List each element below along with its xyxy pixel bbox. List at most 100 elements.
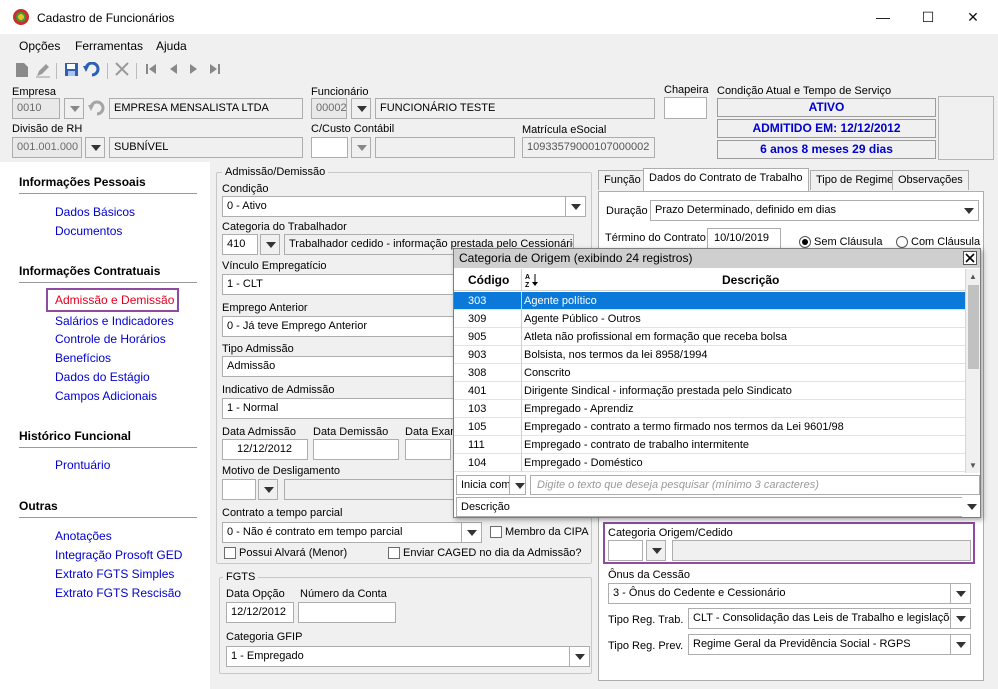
sidebar-item-admissao-demissao[interactable]: Admissão e Demissão: [46, 288, 179, 312]
table-row[interactable]: 103 Empregado - Aprendiz: [454, 400, 965, 418]
popup-close-button[interactable]: [963, 251, 977, 265]
data-demissao-field[interactable]: [313, 439, 399, 460]
col-codigo-header[interactable]: Código: [468, 273, 509, 287]
table-row[interactable]: 105 Empregado - contrato a termo firmado …: [454, 418, 965, 436]
last-record-icon[interactable]: [206, 62, 224, 80]
vinculo-select[interactable]: 1 - CLT: [222, 274, 462, 295]
reg-trab-dropdown-button[interactable]: [951, 608, 971, 629]
tab-observacoes[interactable]: Observações: [892, 170, 969, 190]
new-icon[interactable]: [13, 62, 31, 80]
data-opcao-field[interactable]: 12/12/2012: [226, 602, 294, 623]
first-record-icon[interactable]: [142, 62, 160, 80]
sidebar-item-prontuario[interactable]: Prontuário: [55, 458, 110, 472]
filter-mode-select[interactable]: Inicia com: [456, 475, 510, 495]
popup-field-select[interactable]: Descrição: [456, 497, 978, 517]
caged-checkbox[interactable]: [388, 547, 400, 559]
funcionario-code-field[interactable]: 00002: [311, 98, 347, 119]
table-row[interactable]: 111 Empregado - contrato de trabalho inte…: [454, 436, 965, 454]
table-row[interactable]: 905 Atleta não profissional em formação q…: [454, 328, 965, 346]
close-button[interactable]: ✕: [950, 0, 996, 34]
empresa-dropdown-button[interactable]: [64, 98, 84, 119]
gfip-select[interactable]: 1 - Empregado: [226, 646, 570, 667]
chapeira-field[interactable]: [664, 97, 707, 119]
divisao-code-field[interactable]: 001.001.000: [12, 137, 82, 158]
table-row[interactable]: 308 Conscrito: [454, 364, 965, 382]
tab-tipo-regime[interactable]: Tipo de Regime: [810, 170, 900, 190]
categoria-origem-code-field[interactable]: [608, 540, 643, 561]
onus-dropdown-button[interactable]: [951, 583, 971, 604]
sidebar-item-documentos[interactable]: Documentos: [55, 224, 122, 238]
funcionario-dropdown-button[interactable]: [351, 98, 371, 119]
col-descricao-header[interactable]: Descrição: [722, 273, 779, 287]
delete-icon[interactable]: [113, 62, 131, 80]
next-record-icon[interactable]: [185, 62, 203, 80]
empresa-code-field[interactable]: 0010: [12, 98, 60, 119]
table-row[interactable]: 104 Empregado - Doméstico: [454, 454, 965, 472]
alvara-checkbox[interactable]: [224, 547, 236, 559]
categoria-origem-dropdown-button[interactable]: [646, 540, 666, 561]
ccusto-dropdown-button[interactable]: [351, 137, 371, 158]
contrato-parcial-dropdown-button[interactable]: [462, 522, 482, 543]
categoria-dropdown-button[interactable]: [260, 234, 280, 255]
tab-funcao[interactable]: Função: [598, 170, 647, 190]
sidebar-item-beneficios[interactable]: Benefícios: [55, 351, 111, 365]
emprego-anterior-select[interactable]: 0 - Já teve Emprego Anterior: [222, 316, 462, 337]
sidebar-item-controle-horarios[interactable]: Controle de Horários: [55, 332, 166, 346]
undo-icon[interactable]: [83, 61, 101, 80]
photo-box[interactable]: [938, 96, 994, 160]
menu-opcoes[interactable]: Opções: [19, 39, 60, 53]
tipo-admissao-select[interactable]: Admissão: [222, 356, 462, 377]
sidebar-item-campos-adicionais[interactable]: Campos Adicionais: [55, 389, 157, 403]
divisao-dropdown-button[interactable]: [85, 137, 105, 158]
condicao-select[interactable]: 0 - Ativo: [222, 196, 566, 217]
previous-record-icon[interactable]: [164, 62, 182, 80]
com-clausula-radio[interactable]: [896, 236, 908, 248]
condicao-dropdown-button[interactable]: [566, 196, 586, 217]
sidebar-item-salarios[interactable]: Salários e Indicadores: [55, 314, 174, 328]
popup-field-dropdown-button[interactable]: [962, 497, 978, 517]
reg-prev-dropdown-button[interactable]: [951, 634, 971, 655]
sidebar-item-extrato-fgts-simples[interactable]: Extrato FGTS Simples: [55, 567, 174, 581]
onus-select[interactable]: 3 - Ônus do Cedente e Cessionário: [608, 583, 951, 604]
membro-cipa-checkbox[interactable]: [490, 526, 502, 538]
motivo-dropdown-button[interactable]: [258, 479, 278, 500]
menu-ajuda[interactable]: Ajuda: [156, 39, 187, 53]
sidebar-item-integracao-ged[interactable]: Integração Prosoft GED: [55, 548, 182, 562]
popup-search-input[interactable]: Digite o texto que deseja pesquisar (mín…: [530, 475, 980, 495]
duracao-dropdown-button[interactable]: [959, 200, 979, 221]
indicativo-select[interactable]: 1 - Normal: [222, 398, 462, 419]
save-icon[interactable]: [62, 62, 80, 80]
motivo-code-field[interactable]: [222, 479, 256, 500]
edit-icon[interactable]: [34, 62, 52, 80]
contrato-parcial-select[interactable]: 0 - Não é contrato em tempo parcial: [222, 522, 462, 543]
sidebar-item-dados-basicos[interactable]: Dados Básicos: [55, 205, 135, 219]
reg-trab-select[interactable]: CLT - Consolidação das Leis de Trabalho …: [688, 608, 951, 629]
sidebar-item-extrato-fgts-rescisao[interactable]: Extrato FGTS Rescisão: [55, 586, 181, 600]
numero-conta-field[interactable]: [298, 602, 396, 623]
maximize-button[interactable]: ☐: [905, 0, 951, 34]
table-row[interactable]: 303 Agente político: [454, 292, 965, 310]
minimize-button[interactable]: —: [860, 0, 906, 34]
scroll-thumb[interactable]: [968, 285, 979, 369]
tab-dados-contrato[interactable]: Dados do Contrato de Trabalho: [643, 168, 809, 191]
menu-ferramentas[interactable]: Ferramentas: [75, 39, 143, 53]
table-row[interactable]: 903 Bolsista, nos termos da lei 8958/1994: [454, 346, 965, 364]
sem-clausula-radio[interactable]: [799, 236, 811, 248]
sidebar-item-anotacoes[interactable]: Anotações: [55, 529, 112, 543]
popup-scrollbar[interactable]: ▲ ▼: [965, 269, 980, 473]
data-admissao-field[interactable]: 12/12/2012: [222, 439, 308, 460]
duracao-select[interactable]: Prazo Determinado, definido em dias: [650, 200, 960, 221]
scroll-up-icon[interactable]: ▲: [966, 269, 980, 284]
data-exame-field[interactable]: [405, 439, 451, 460]
sort-az-icon[interactable]: AZ: [525, 272, 539, 289]
table-row[interactable]: 309 Agente Público - Outros: [454, 310, 965, 328]
gfip-dropdown-button[interactable]: [570, 646, 590, 667]
scroll-down-icon[interactable]: ▼: [966, 458, 980, 473]
termino-field[interactable]: 10/10/2019: [707, 228, 781, 249]
categoria-code-field[interactable]: 410: [222, 234, 258, 255]
filter-mode-dropdown-button[interactable]: [510, 475, 526, 495]
sidebar-item-estagio[interactable]: Dados do Estágio: [55, 370, 150, 384]
table-row[interactable]: 401 Dirigente Sindical - informação prest…: [454, 382, 965, 400]
reg-prev-select[interactable]: Regime Geral da Previdência Social - RGP…: [688, 634, 951, 655]
refresh-icon[interactable]: [88, 100, 106, 116]
